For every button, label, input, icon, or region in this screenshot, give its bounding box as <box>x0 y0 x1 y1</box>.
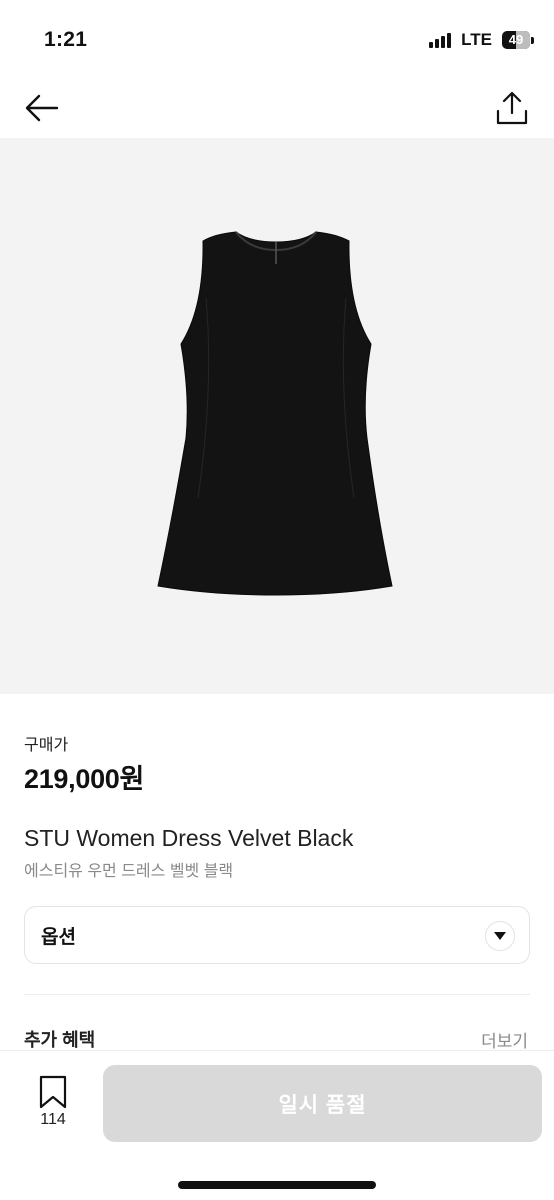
product-name: STU Women Dress Velvet Black <box>24 825 354 851</box>
bookmark-icon <box>39 1075 67 1109</box>
battery-level: 49 <box>508 32 524 47</box>
share-upload-icon <box>496 91 528 125</box>
nav-bar <box>0 80 554 138</box>
status-indicators: LTE 49 <box>429 30 534 50</box>
status-bar: 1:21 LTE 49 <box>0 0 554 80</box>
home-indicator <box>178 1181 376 1189</box>
price: 219,000원 <box>24 764 145 794</box>
benefits-title: 추가 혜택 <box>24 1030 96 1050</box>
price-label: 구매가 <box>24 737 69 754</box>
chevron-down-icon <box>485 921 515 951</box>
product-image[interactable] <box>0 138 554 694</box>
divider <box>24 994 530 995</box>
bookmark-count: 114 <box>40 1111 66 1128</box>
status-time: 1:21 <box>44 28 88 51</box>
dress-illustration <box>157 231 393 596</box>
option-selector[interactable]: 옵션 <box>24 906 530 964</box>
option-label: 옵션 <box>41 926 76 948</box>
battery-icon: 49 <box>502 31 534 49</box>
share-button[interactable] <box>490 86 534 130</box>
product-subname: 에스티유 우먼 드레스 벨벳 블랙 <box>24 863 234 880</box>
sold-out-button[interactable]: 일시 품절 <box>103 1065 542 1142</box>
bottom-action-bar: 114 일시 품절 <box>0 1050 554 1200</box>
back-button[interactable] <box>20 86 64 130</box>
benefits-more-link[interactable]: 더보기 <box>481 1027 528 1052</box>
signal-icon <box>429 32 452 48</box>
arrow-left-icon <box>25 94 59 122</box>
bookmark-button[interactable]: 114 <box>28 1075 78 1129</box>
network-type: LTE <box>461 30 492 49</box>
